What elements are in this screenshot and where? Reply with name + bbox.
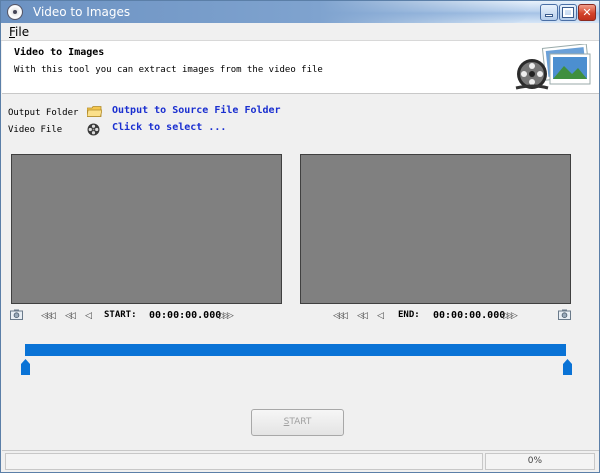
end-frame-preview <box>300 154 571 304</box>
start-time-label: START: <box>104 310 137 320</box>
video-file-label: Video File <box>8 125 63 135</box>
output-folder-label: Output Folder <box>8 108 79 118</box>
header-description: With this tool you can extract images fr… <box>14 65 323 75</box>
app-window: Video to Images ✕ File Video to Images W… <box>0 0 600 473</box>
close-button[interactable]: ✕ <box>578 4 596 21</box>
start-time-value[interactable]: 00:00:00.000 <box>149 310 221 321</box>
start-step-back-button[interactable]: ◁ <box>85 310 92 322</box>
end-time-value[interactable]: 00:00:00.000 <box>433 310 505 321</box>
range-start-handle[interactable] <box>21 359 30 375</box>
film-reel-photos-icon <box>515 44 591 90</box>
status-bar: 0% <box>2 450 599 472</box>
end-step-forward-button: ▷▷▷ <box>503 311 518 321</box>
start-frame-preview <box>11 154 282 304</box>
minimize-button[interactable] <box>540 4 558 21</box>
start-button[interactable]: START <box>251 409 344 436</box>
maximize-button[interactable] <box>559 4 577 21</box>
menu-bar: File <box>1 23 599 41</box>
start-rewind-button[interactable]: ◁◁ <box>65 310 76 322</box>
start-step-forward-button[interactable]: ▷▷▷ <box>219 310 234 322</box>
end-time-label: END: <box>398 310 420 320</box>
minimize-icon <box>545 14 553 17</box>
maximize-icon <box>562 7 574 18</box>
end-rewind-far-button[interactable]: ◁◁◁ <box>333 310 348 322</box>
video-file-link[interactable]: Click to select ... <box>112 122 226 133</box>
start-button-label: TART <box>289 417 312 427</box>
status-progress: 0% <box>485 453 595 470</box>
window-title: Video to Images <box>33 5 131 19</box>
folder-icon[interactable] <box>87 106 102 117</box>
camera-icon[interactable] <box>558 309 571 320</box>
camera-icon[interactable] <box>10 309 23 320</box>
menu-file-label: ile <box>15 25 30 39</box>
close-icon: ✕ <box>582 6 592 19</box>
title-bar[interactable]: Video to Images ✕ <box>1 1 599 23</box>
range-track[interactable] <box>25 344 566 356</box>
range-end-handle[interactable] <box>563 359 572 375</box>
film-reel-icon[interactable] <box>7 4 23 20</box>
start-rewind-far-button[interactable]: ◁◁◁ <box>41 310 56 322</box>
output-folder-link[interactable]: Output to Source File Folder <box>112 105 281 116</box>
header-panel: Video to Images With this tool you can e… <box>2 41 599 94</box>
status-message <box>5 453 483 470</box>
header-title: Video to Images <box>14 47 105 58</box>
end-rewind-button[interactable]: ◁◁ <box>357 310 368 322</box>
end-step-back-button[interactable]: ◁ <box>377 310 384 322</box>
film-reel-icon[interactable] <box>87 123 100 136</box>
menu-item-file[interactable]: File <box>9 25 29 39</box>
